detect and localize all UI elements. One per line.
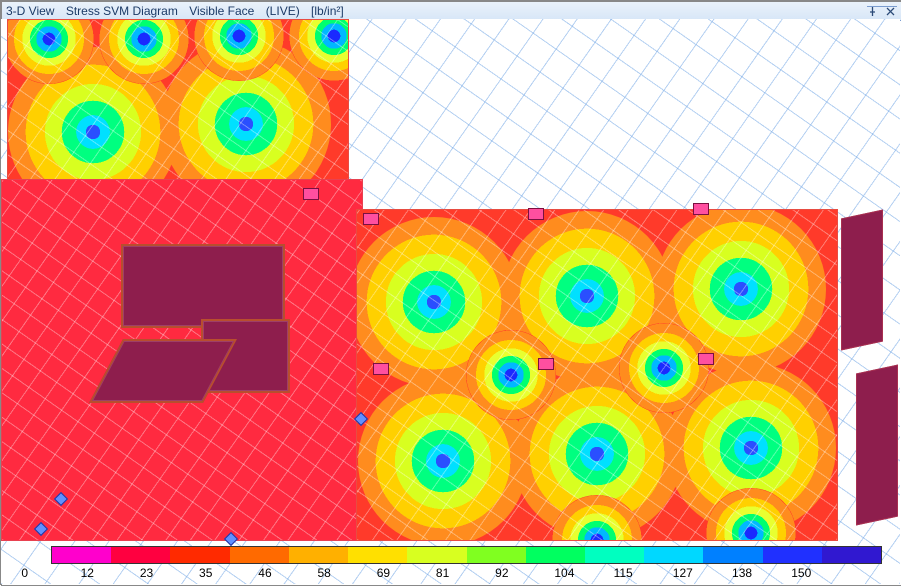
legend-tick: 127 — [673, 566, 732, 580]
color-legend: 01223354658698192104115127138150 — [51, 546, 880, 578]
legend-swatch — [111, 547, 170, 563]
legend-swatch — [822, 547, 881, 563]
legend-bar — [51, 546, 882, 564]
wall-right-1 — [841, 210, 883, 351]
legend-swatch — [763, 547, 822, 563]
legend-tick: 150 — [791, 566, 850, 580]
legend-tick: 69 — [377, 566, 436, 580]
title-view: 3-D View — [6, 4, 54, 18]
pin-icon[interactable] — [867, 7, 877, 17]
title-diagram: Stress SVM Diagram — [66, 4, 178, 18]
legend-tick: 92 — [495, 566, 554, 580]
legend-tick: 81 — [436, 566, 495, 580]
legend-swatch — [703, 547, 762, 563]
legend-tick: 46 — [258, 566, 317, 580]
legend-tick: 23 — [140, 566, 199, 580]
legend-tick: 138 — [732, 566, 791, 580]
slab-right — [356, 209, 838, 541]
legend-swatch — [526, 547, 585, 563]
legend-swatch — [348, 547, 407, 563]
legend-swatch — [644, 547, 703, 563]
title-face: Visible Face — [189, 4, 254, 18]
legend-tick: 0 — [21, 566, 80, 580]
legend-swatch — [407, 547, 466, 563]
core-wall-1 — [121, 244, 285, 328]
legend-labels: 01223354658698192104115127138150 — [51, 566, 880, 580]
slab-upper — [7, 19, 349, 181]
legend-tick: 115 — [614, 566, 673, 580]
legend-swatch — [467, 547, 526, 563]
viewport-3d[interactable]: 01223354658698192104115127138150 — [1, 19, 900, 584]
window-title: 3-D View Stress SVM Diagram Visible Face… — [6, 4, 352, 18]
legend-swatch — [230, 547, 289, 563]
legend-tick: 35 — [199, 566, 258, 580]
wall-right-2 — [856, 365, 898, 526]
close-icon[interactable] — [885, 7, 895, 17]
legend-tick: 58 — [317, 566, 376, 580]
title-case: (LIVE) — [266, 4, 300, 18]
legend-tick: 104 — [554, 566, 613, 580]
title-unit: [lb/in²] — [311, 4, 344, 18]
legend-swatch — [52, 547, 111, 563]
legend-tick: 12 — [81, 566, 140, 580]
legend-swatch — [170, 547, 229, 563]
legend-swatch — [585, 547, 644, 563]
legend-swatch — [289, 547, 348, 563]
